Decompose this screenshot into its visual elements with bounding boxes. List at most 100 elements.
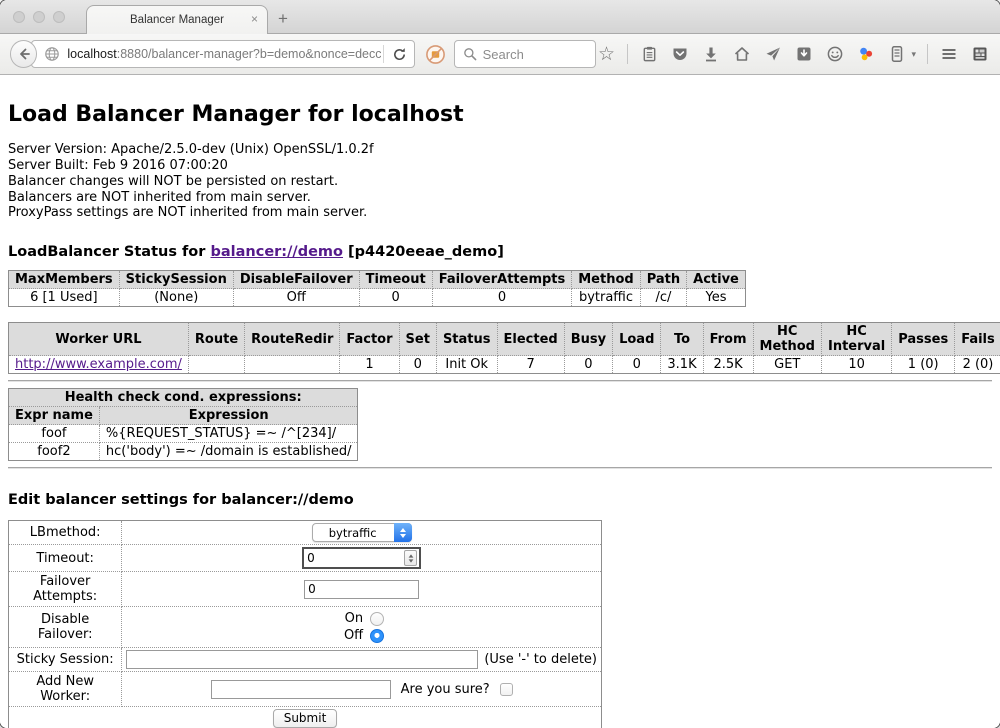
window-controls[interactable] [13,11,65,23]
worker-link[interactable]: http://www.example.com/ [15,357,182,372]
col-timeout: Timeout [359,271,432,289]
browser-window: Balancer Manager × + localhost:8880/bala… [0,0,1000,728]
search-placeholder: Search [483,47,524,62]
tab-close-icon[interactable]: × [251,13,258,25]
col-maxmembers: MaxMembers [9,271,120,289]
cell-stickysession: (None) [119,289,233,307]
cell-route [188,356,244,374]
cell-failoverattempts: 0 [432,289,572,307]
search-bar[interactable]: Search [454,40,597,68]
worker-row: http://www.example.com/ 1 0 Init Ok 7 0 … [9,356,1000,374]
cell-disablefailover: Off [233,289,359,307]
chevron-down-icon[interactable]: ▾ [911,49,916,60]
container-button[interactable] [887,44,907,64]
col-worker-url: Worker URL [9,323,189,356]
toolbar-separator [627,44,628,64]
proxypass-notice: ProxyPass settings are NOT inherited fro… [8,205,992,221]
col-hc-method: HC Method [753,323,821,356]
new-tab-button[interactable]: + [278,9,288,29]
cell-worker-url: http://www.example.com/ [9,356,189,374]
url-bar[interactable]: localhost:8880/balancer-manager?b=demo&n… [31,40,414,68]
search-icon [463,47,477,61]
cell-from: 2.5K [703,356,753,374]
reload-button[interactable] [386,41,414,67]
cell-method: bytraffic [572,289,640,307]
expr-row: foof2 hc('body') =~ /domain is establish… [9,443,358,461]
square-download-icon [795,45,813,63]
col-disablefailover: DisableFailover [233,271,359,289]
balancer-link[interactable]: balancer://demo [210,244,343,260]
section-divider [8,380,992,382]
cell-passes: 1 (0) [892,356,955,374]
cell-elected: 7 [497,356,564,374]
cell-maxmembers: 6 [1 Used] [9,289,120,307]
form-row-timeout: Timeout: [9,545,602,572]
status-heading-suffix: [p4420eeae_demo] [343,244,504,260]
col-expression: Expression [99,407,358,425]
col-to: To [661,323,703,356]
number-spinner-icon[interactable] [404,550,417,566]
downloads-button[interactable] [701,44,721,64]
pocket-button[interactable] [670,44,690,64]
lbmethod-select[interactable]: bytraffic [312,523,412,542]
paper-plane-icon [764,45,782,63]
col-active: Active [687,271,746,289]
expr-row: foof %{REQUEST_STATUS} =~ /^[234]/ [9,425,358,443]
cell-busy: 0 [564,356,612,374]
zoom-window-button[interactable] [53,11,65,23]
cell-load: 0 [613,356,661,374]
disable-failover-label: Disable Failover: [9,607,122,648]
col-fails: Fails [955,323,1000,356]
minimize-window-button[interactable] [33,11,45,23]
home-button[interactable] [732,44,752,64]
content-blocked-button[interactable] [425,44,446,65]
smiley-icon [826,45,844,63]
col-failoverattempts: FailoverAttempts [432,271,572,289]
submit-button[interactable]: Submit [273,709,338,728]
toolbar-icons: ☆ [596,44,990,64]
blocked-icon [425,44,446,65]
cell-path: /c/ [640,289,686,307]
add-worker-input[interactable] [211,680,391,699]
form-row-submit: Submit [9,707,602,728]
save-page-button[interactable] [794,44,814,64]
send-tab-button[interactable] [763,44,783,64]
col-set: Set [399,323,436,356]
col-factor: Factor [340,323,399,356]
feedback-button[interactable] [825,44,845,64]
balancer-status-table: MaxMembers StickySession DisableFailover… [8,270,746,307]
cell-fails: 2 (0) [955,356,1000,374]
status-heading-prefix: LoadBalancer Status for [8,244,210,260]
bookmarks-menu-button[interactable] [639,44,659,64]
menu-button[interactable] [939,44,959,64]
url-text[interactable]: localhost:8880/balancer-manager?b=demo&n… [67,47,380,61]
select-stepper-icon [394,523,412,542]
sticky-session-input[interactable] [126,650,478,669]
toolbar-separator [927,44,928,64]
failover-attempts-input[interactable] [304,580,419,599]
cell-timeout: 0 [359,289,432,307]
extension-button[interactable] [856,44,876,64]
col-status: Status [436,323,497,356]
cell-expr-name: foof [9,425,100,443]
bookmark-star-button[interactable]: ☆ [596,44,616,64]
are-you-sure-checkbox[interactable] [500,683,513,696]
col-load: Load [613,323,661,356]
tab-balancer-manager[interactable]: Balancer Manager × [86,5,268,34]
close-window-button[interactable] [13,11,25,23]
persist-notice: Balancer changes will NOT be persisted o… [8,174,992,190]
status-heading: LoadBalancer Status for balancer://demo … [8,244,992,260]
form-row-failover-attempts: Failover Attempts: [9,572,602,607]
cell-to: 3.1K [661,356,703,374]
home-icon [733,45,751,63]
cell-routeredir [245,356,340,374]
color-dots-icon [857,45,875,63]
col-busy: Busy [564,323,612,356]
disable-failover-off-radio[interactable] [370,629,384,643]
table-header-row: Expr name Expression [9,407,358,425]
col-method: Method [572,271,640,289]
lbmethod-label: LBmethod: [9,521,122,545]
disable-failover-on-radio[interactable] [370,612,384,626]
tiles-button[interactable] [970,44,990,64]
table-row: 6 [1 Used] (None) Off 0 0 bytraffic /c/ … [9,289,746,307]
